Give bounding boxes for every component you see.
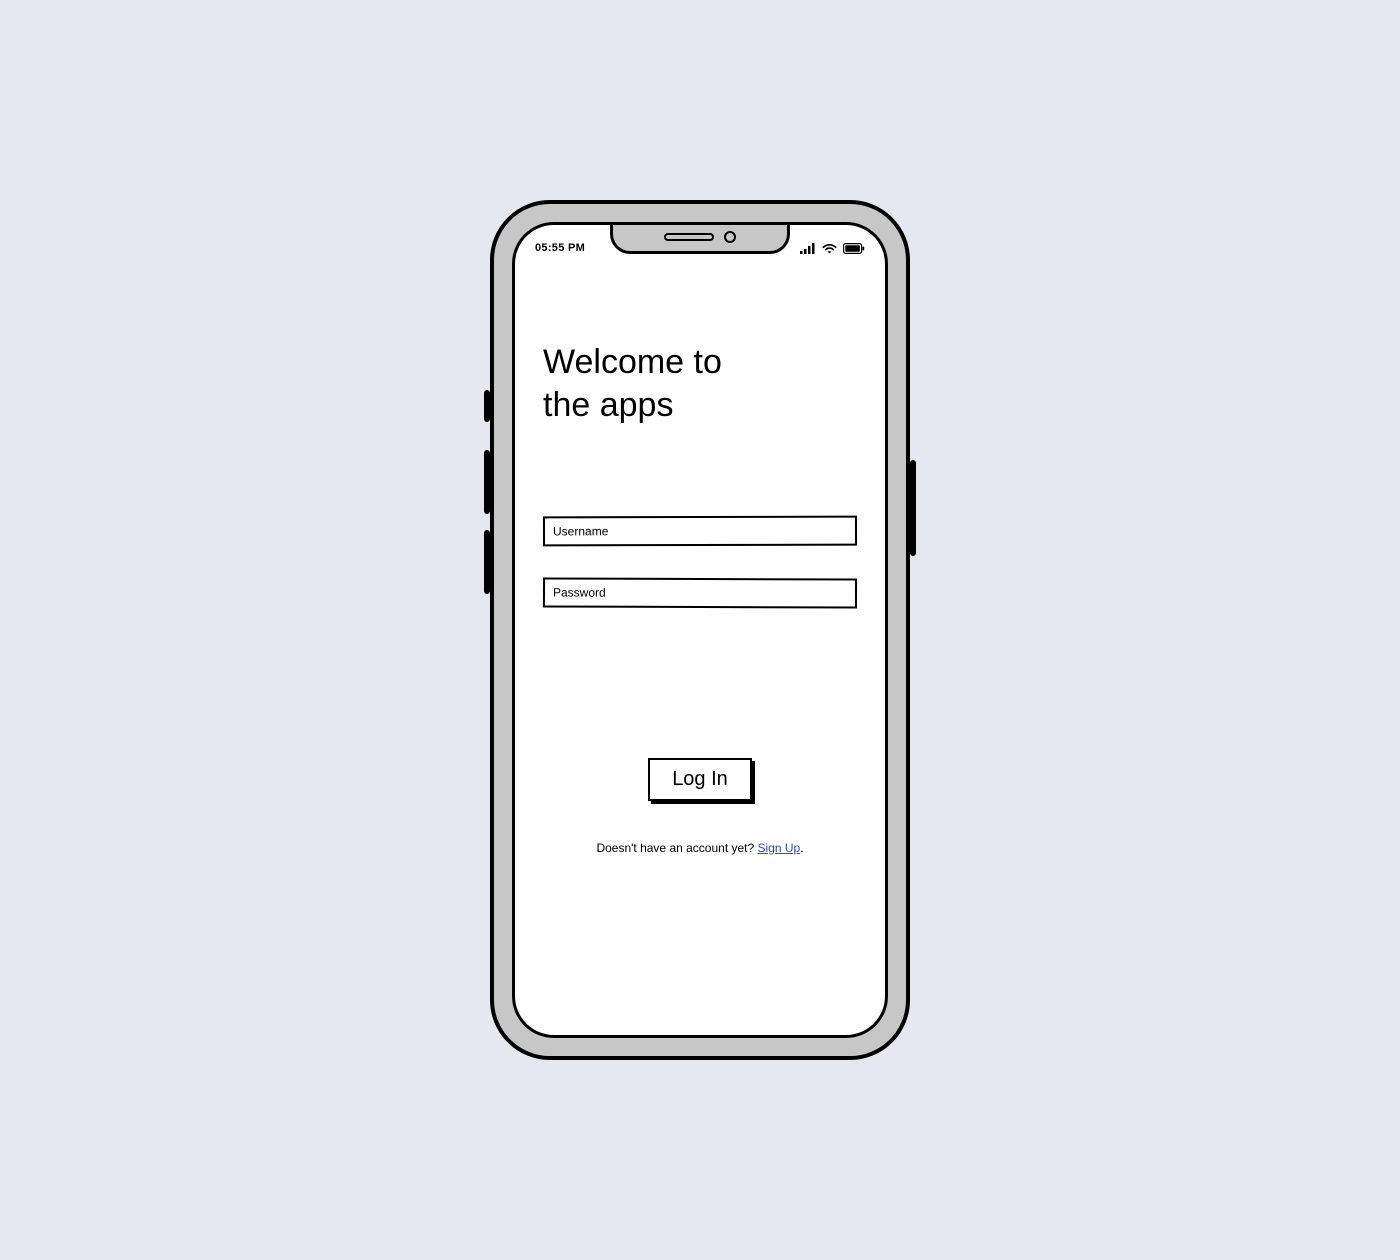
page-title: Welcome to the apps xyxy=(543,341,857,426)
status-icons xyxy=(800,243,865,254)
password-input[interactable] xyxy=(543,577,857,608)
login-screen: Welcome to the apps Log In Doesn't have … xyxy=(515,261,885,1035)
title-line-2: the apps xyxy=(543,386,673,424)
front-camera-icon xyxy=(724,231,736,243)
login-form xyxy=(543,516,857,608)
wifi-icon xyxy=(822,243,837,254)
status-time: 05:55 PM xyxy=(535,242,585,254)
screen: 05:55 PM xyxy=(512,222,888,1038)
username-input[interactable] xyxy=(543,516,857,547)
notch xyxy=(610,222,790,254)
signup-link[interactable]: Sign Up xyxy=(758,841,801,855)
title-line-1: Welcome to xyxy=(543,343,722,381)
battery-icon xyxy=(843,243,865,254)
phone-mockup: 05:55 PM xyxy=(490,200,910,1060)
signup-prompt: Doesn't have an account yet? Sign Up. xyxy=(596,841,803,855)
login-actions: Log In Doesn't have an account yet? Sign… xyxy=(543,758,857,855)
login-button[interactable]: Log In xyxy=(648,758,752,801)
signal-icon xyxy=(800,243,816,254)
speaker-icon xyxy=(664,233,714,241)
signup-prompt-text: Doesn't have an account yet? xyxy=(596,841,757,855)
phone-frame: 05:55 PM xyxy=(490,200,910,1060)
power-button xyxy=(910,460,916,556)
